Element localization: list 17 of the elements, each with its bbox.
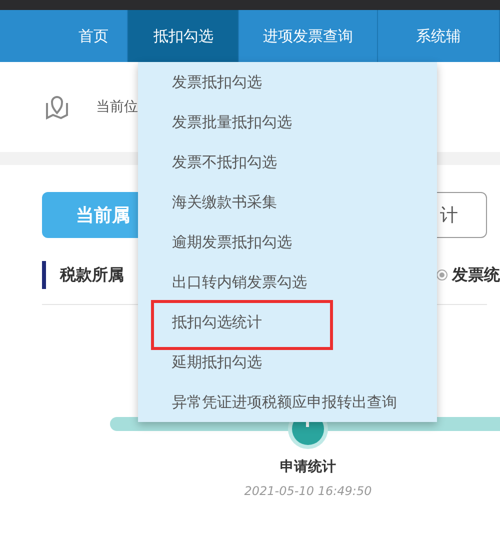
- menu-item[interactable]: 逾期发票抵扣勾选: [138, 222, 437, 262]
- map-pin-icon: [44, 94, 70, 120]
- step-time: 2021-05-10 16:49:50: [244, 483, 372, 500]
- menu-item[interactable]: 异常凭证进项税额应申报转出查询: [138, 382, 437, 422]
- nav-tab[interactable]: 抵扣勾选: [128, 10, 240, 62]
- option-label: 发票统: [452, 264, 500, 286]
- menu-item[interactable]: 抵扣勾选统计: [138, 302, 437, 342]
- menu-item[interactable]: 出口转内销发票勾选: [138, 262, 437, 302]
- step-label: 申请统计: [280, 458, 336, 477]
- menu-item[interactable]: 发票抵扣勾选: [138, 62, 437, 102]
- menu-item[interactable]: 发票不抵扣勾选: [138, 142, 437, 182]
- menu-item[interactable]: 海关缴款书采集: [138, 182, 437, 222]
- radio-button[interactable]: [436, 269, 448, 281]
- breadcrumb-text: 当前位: [96, 98, 138, 116]
- menu-item[interactable]: 发票批量抵扣勾选: [138, 102, 437, 142]
- section-title: 税款所属: [60, 264, 124, 286]
- menu-item[interactable]: 延期抵扣勾选: [138, 342, 437, 382]
